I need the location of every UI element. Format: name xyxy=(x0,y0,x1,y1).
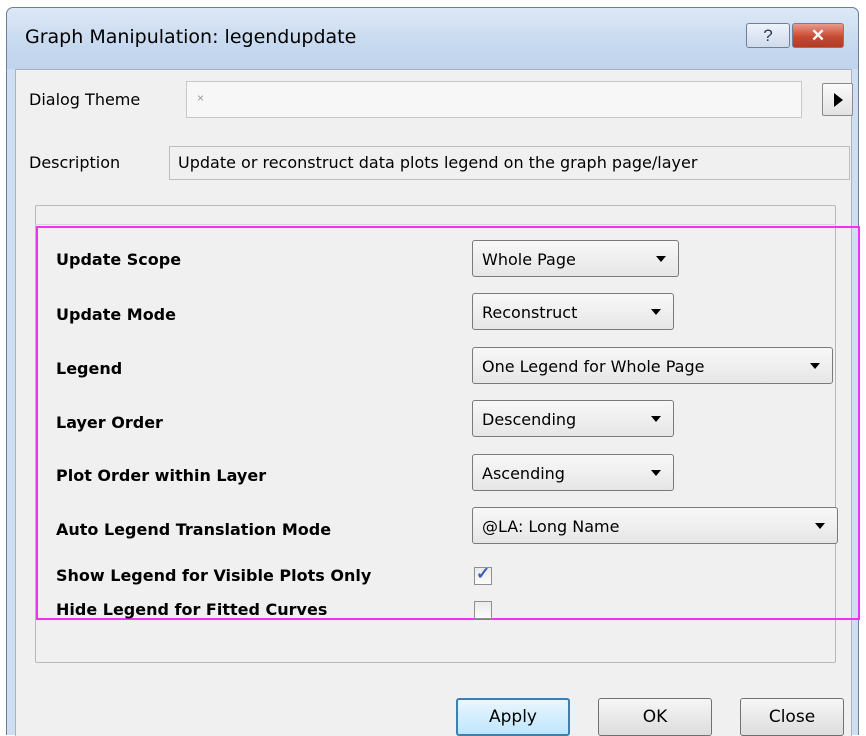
translation-mode-value: @LA: Long Name xyxy=(482,517,620,536)
description-label: Description xyxy=(29,153,121,172)
chevron-down-icon xyxy=(651,416,661,422)
close-button[interactable]: Close xyxy=(740,698,844,736)
title-bar[interactable]: Graph Manipulation: legendupdate ? ✕ xyxy=(7,8,858,69)
theme-menu-button[interactable] xyxy=(822,83,853,116)
chevron-down-icon xyxy=(656,256,666,262)
theme-clear-icon[interactable]: × xyxy=(197,91,204,105)
group-header-divider xyxy=(35,224,836,225)
update-scope-label: Update Scope xyxy=(56,250,182,269)
layer-order-value: Descending xyxy=(482,410,577,429)
update-mode-label: Update Mode xyxy=(56,305,176,324)
show-visible-only-checkbox[interactable]: ✓ xyxy=(474,564,492,585)
chevron-down-icon xyxy=(651,470,661,476)
hide-fitted-curves-checkbox[interactable] xyxy=(474,601,492,619)
description-text: Update or reconstruct data plots legend … xyxy=(178,153,698,172)
chevron-down-icon xyxy=(651,309,661,315)
ok-button[interactable]: OK xyxy=(598,698,712,736)
update-scope-value: Whole Page xyxy=(482,250,576,269)
plot-order-label: Plot Order within Layer xyxy=(56,466,267,485)
dialog-client: Dialog Theme × Description Update or rec… xyxy=(15,69,860,736)
update-mode-value: Reconstruct xyxy=(482,303,578,322)
update-mode-select[interactable]: Reconstruct xyxy=(472,293,674,330)
chevron-down-icon xyxy=(810,363,820,369)
dialog-window: Graph Manipulation: legendupdate ? ✕ Dia… xyxy=(6,7,860,736)
dialog-theme-input[interactable]: × xyxy=(186,81,802,118)
translation-mode-select[interactable]: @LA: Long Name xyxy=(472,507,838,544)
plot-order-select[interactable]: Ascending xyxy=(472,454,674,491)
plot-order-value: Ascending xyxy=(482,464,565,483)
translation-mode-label: Auto Legend Translation Mode xyxy=(56,520,332,539)
description-field: Update or reconstruct data plots legend … xyxy=(169,146,850,180)
legend-label: Legend xyxy=(56,359,123,378)
dialog-theme-label: Dialog Theme xyxy=(29,90,141,109)
update-scope-select[interactable]: Whole Page xyxy=(472,240,679,277)
window-title: Graph Manipulation: legendupdate xyxy=(25,26,357,48)
legend-value: One Legend for Whole Page xyxy=(482,357,705,376)
show-visible-only-label: Show Legend for Visible Plots Only xyxy=(56,566,372,585)
apply-button[interactable]: Apply xyxy=(456,698,570,736)
help-button[interactable]: ? xyxy=(746,23,790,48)
chevron-down-icon xyxy=(815,523,825,529)
checkmark-icon: ✓ xyxy=(476,564,491,583)
close-window-button[interactable]: ✕ xyxy=(792,23,844,48)
legend-select[interactable]: One Legend for Whole Page xyxy=(472,347,833,384)
layer-order-label: Layer Order xyxy=(56,413,163,432)
layer-order-select[interactable]: Descending xyxy=(472,400,674,437)
hide-fitted-curves-label: Hide Legend for Fitted Curves xyxy=(56,600,328,619)
